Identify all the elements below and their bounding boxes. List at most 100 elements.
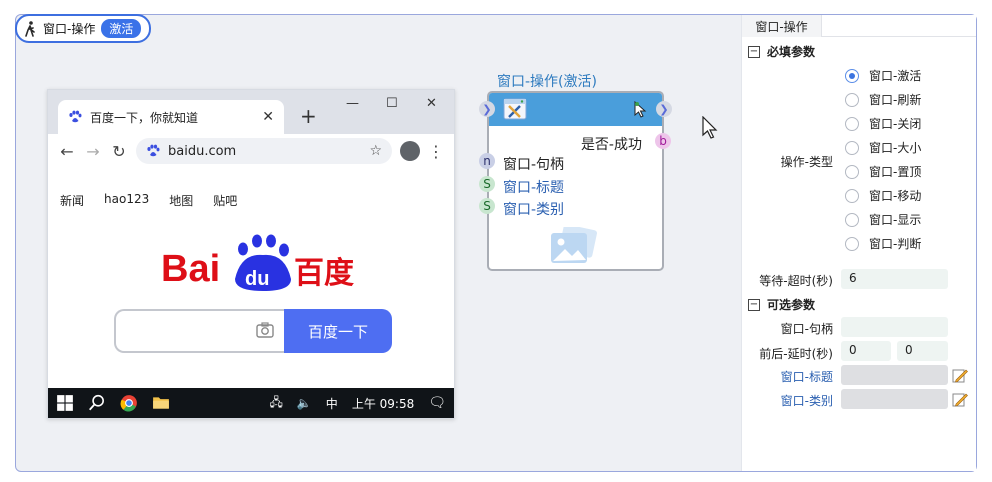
status-badge: 激活 [101, 19, 142, 38]
image-placeholder-icon [551, 227, 597, 263]
svg-text:du: du [245, 268, 269, 290]
maximize-icon[interactable]: ☐ [386, 96, 398, 111]
collapse-icon[interactable]: − [748, 45, 760, 58]
close-window-icon[interactable]: ✕ [426, 96, 437, 111]
volume-icon[interactable]: 🔈 [297, 396, 312, 410]
radio-dot [845, 236, 859, 251]
tab-window-operation[interactable]: 窗口-操作 [742, 15, 822, 37]
required-section-header[interactable]: − 必填参数 [748, 43, 815, 60]
baidu-search-box: 百度一下 [114, 309, 392, 353]
delay-after-input[interactable]: 0 [897, 341, 948, 361]
property-panel: 窗口-操作 − 必填参数 操作-类型 窗口-激活 窗口-刷新 窗口-关闭 窗口-… [741, 15, 976, 471]
radio-dot [845, 212, 859, 227]
svg-text:百度: 百度 [294, 256, 354, 291]
flow-out-port[interactable]: ❯ [656, 101, 672, 117]
person-walking-icon [25, 20, 35, 37]
search-icon[interactable] [88, 394, 106, 412]
address-bar: ← → ↻ baidu.com ☆ ⋮ [48, 134, 454, 168]
baidu-search-input[interactable] [114, 309, 284, 353]
delay-label: 前后-延时(秒) [759, 347, 833, 361]
forward-arrow-icon[interactable]: → [84, 142, 102, 161]
profile-avatar-icon[interactable] [400, 141, 420, 161]
node-header [489, 93, 662, 126]
timeout-input[interactable]: 6 [841, 269, 948, 289]
radio-judge[interactable]: 窗口-判断 [845, 235, 921, 252]
delay-before-input[interactable]: 0 [841, 341, 891, 361]
input-pin-class[interactable]: S [479, 198, 495, 214]
windows-taskbar: 🖧 🔈 中 上午 09:58 🗨 [48, 388, 454, 418]
title-label[interactable]: 窗口-标题 [781, 368, 833, 385]
baidu-search-button[interactable]: 百度一下 [284, 309, 392, 353]
window-title: 窗口-操作 [43, 22, 96, 36]
output-label-success: 是否-成功 [580, 137, 642, 153]
radio-dot [845, 188, 859, 203]
class-input[interactable] [841, 389, 948, 409]
browser-window-preview: 百度一下，你就知道 ✕ + — ☐ ✕ ← → ↻ baidu.com ☆ ⋮ … [47, 89, 455, 419]
nav-link-tieba[interactable]: 贴吧 [213, 192, 237, 209]
bookmark-star-icon[interactable]: ☆ [369, 143, 382, 159]
baidu-paw-icon [147, 144, 160, 157]
nav-link-hao123[interactable]: hao123 [104, 192, 149, 209]
radio-dot-checked [845, 68, 859, 83]
collapse-icon[interactable]: − [748, 298, 760, 311]
folder-icon[interactable] [152, 394, 170, 412]
edit-icon[interactable] [952, 367, 968, 383]
ime-indicator[interactable]: 中 [326, 395, 338, 412]
title-input[interactable] [841, 365, 948, 385]
input-pin-title[interactable]: S [479, 176, 495, 192]
radio-refresh[interactable]: 窗口-刷新 [845, 91, 921, 108]
node-title: 窗口-操作(激活) [497, 74, 597, 90]
radio-size[interactable]: 窗口-大小 [845, 139, 921, 156]
output-pin-bool[interactable]: b [655, 133, 671, 149]
radio-move[interactable]: 窗口-移动 [845, 187, 921, 204]
url-text: baidu.com [168, 143, 237, 159]
new-tab-button[interactable]: + [300, 104, 317, 128]
browser-tab-title: 百度一下，你就知道 [90, 110, 199, 125]
chrome-icon[interactable] [120, 394, 138, 412]
flow-in-port[interactable]: ❯ [479, 101, 495, 117]
network-icon[interactable]: 🖧 [269, 393, 282, 414]
camera-icon[interactable] [256, 322, 274, 338]
radio-dot [845, 164, 859, 179]
baidu-nav: 新闻 hao123 地图 贴吧 [60, 192, 237, 209]
nav-link-news[interactable]: 新闻 [60, 192, 84, 209]
handle-input[interactable] [841, 317, 948, 337]
radio-dot [845, 116, 859, 131]
window-title-pill[interactable]: 窗口-操作 激活 [15, 14, 152, 43]
baidu-paw-icon [69, 110, 82, 123]
input-label-handle: 窗口-句柄 [503, 157, 565, 173]
url-field[interactable]: baidu.com ☆ [136, 138, 392, 164]
edit-icon[interactable] [952, 391, 968, 407]
window-tool-icon [503, 98, 527, 120]
more-menu-icon[interactable]: ⋮ [428, 142, 444, 161]
radio-activate[interactable]: 窗口-激活 [845, 67, 921, 84]
optional-section-header[interactable]: − 可选参数 [748, 296, 815, 313]
action-node[interactable]: 是否-成功 窗口-句柄 窗口-标题 窗口-类别 [487, 91, 664, 271]
radio-dot [845, 92, 859, 107]
timeout-label: 等待-超时(秒) [759, 274, 833, 288]
minimize-icon[interactable]: — [346, 96, 359, 111]
baidu-logo: Bai du 百度 [161, 234, 354, 291]
radio-topmost[interactable]: 窗口-置顶 [845, 163, 921, 180]
svg-text:Bai: Bai [161, 248, 220, 290]
input-label-title: 窗口-标题 [503, 180, 565, 196]
nav-link-map[interactable]: 地图 [169, 192, 193, 209]
taskbar-clock[interactable]: 上午 09:58 [352, 395, 414, 412]
windows-start-icon[interactable] [56, 394, 74, 412]
pointer-icon [634, 101, 647, 118]
close-tab-icon[interactable]: ✕ [262, 109, 274, 125]
class-label[interactable]: 窗口-类别 [781, 392, 833, 409]
handle-label: 窗口-句柄 [780, 322, 833, 336]
notification-icon[interactable]: 🗨 [428, 395, 446, 411]
radio-dot [845, 140, 859, 155]
browser-tab-strip: 百度一下，你就知道 ✕ + — ☐ ✕ [48, 90, 454, 134]
input-label-class: 窗口-类别 [503, 202, 565, 218]
radio-show[interactable]: 窗口-显示 [845, 211, 921, 228]
browser-tab[interactable]: 百度一下，你就知道 ✕ [58, 100, 284, 134]
radio-close[interactable]: 窗口-关闭 [845, 115, 921, 132]
op-type-label: 操作-类型 [780, 155, 833, 169]
reload-icon[interactable]: ↻ [110, 142, 128, 161]
mouse-cursor-icon [702, 116, 718, 139]
input-pin-handle[interactable]: n [479, 153, 495, 169]
back-arrow-icon[interactable]: ← [58, 142, 76, 161]
